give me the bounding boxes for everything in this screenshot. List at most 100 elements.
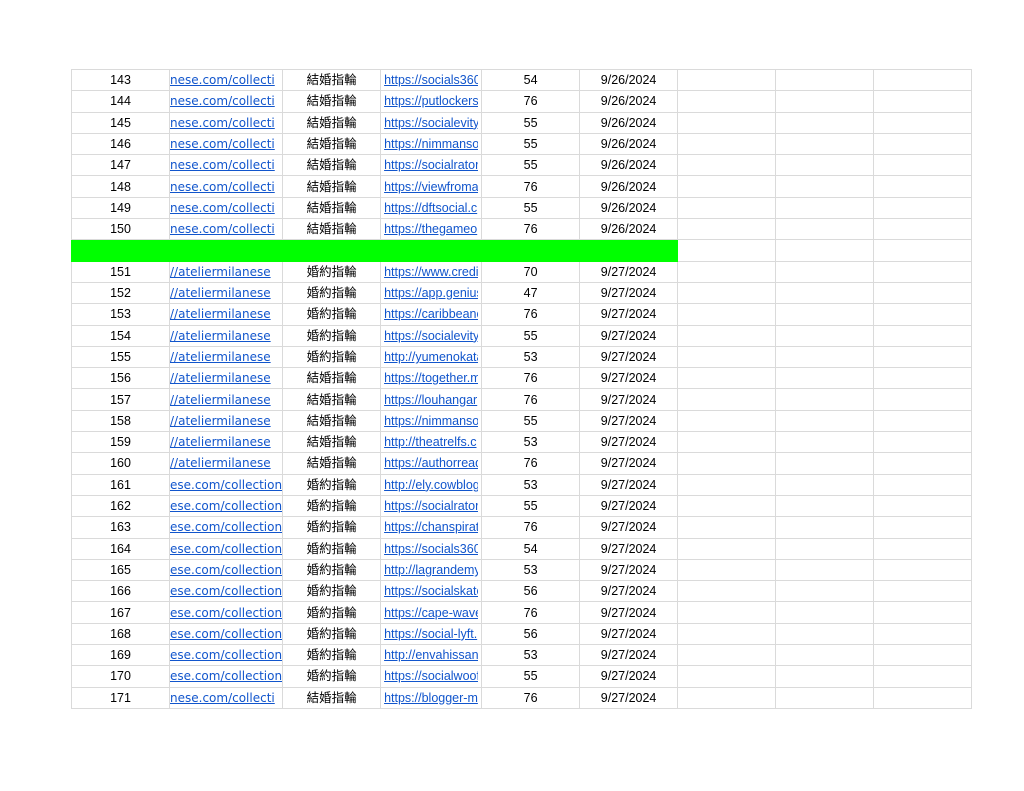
source-link[interactable]: //ateliermilanese (171, 433, 282, 452)
empty-cell[interactable] (677, 622, 777, 646)
domain-authority-cell[interactable]: 55 (481, 324, 581, 347)
keyword-cell[interactable]: 婚約指輪 (282, 644, 382, 667)
row-number-cell[interactable]: 160 (71, 452, 170, 475)
domain-authority-cell[interactable]: 76 (481, 367, 581, 390)
empty-cell[interactable] (677, 473, 777, 496)
source-link[interactable]: ese.com/collection (171, 475, 282, 494)
separator-cell[interactable] (481, 239, 581, 262)
backlink-url[interactable]: https://socialwoof (384, 667, 478, 686)
date-cell[interactable]: 9/27/2024 (579, 644, 679, 667)
empty-cell[interactable] (677, 90, 777, 113)
source-link-cell[interactable]: ese.com/collection (168, 558, 284, 582)
empty-cell[interactable] (873, 686, 973, 709)
source-link-cell[interactable]: ese.com/collection (168, 580, 284, 603)
date-cell[interactable]: 9/27/2024 (579, 452, 679, 475)
source-link-cell[interactable]: ese.com/collection (168, 516, 284, 539)
keyword-cell[interactable]: 婚約指輪 (282, 516, 382, 539)
keyword-cell[interactable]: 結婚指輪 (282, 154, 382, 177)
empty-cell[interactable] (873, 218, 973, 241)
date-cell[interactable]: 9/27/2024 (579, 665, 679, 688)
backlink-url-cell[interactable]: https://socials360 (380, 537, 483, 560)
keyword-cell[interactable]: 婚約指輪 (282, 537, 382, 560)
date-cell[interactable]: 9/27/2024 (579, 494, 679, 518)
keyword-cell[interactable]: 婚約指輪 (282, 260, 382, 283)
empty-cell[interactable] (677, 154, 777, 177)
separator-cell[interactable] (579, 239, 679, 262)
backlink-url-cell[interactable]: https://app.genius (380, 281, 483, 305)
empty-cell[interactable] (873, 345, 973, 369)
keyword-cell[interactable]: 結婚指輪 (282, 218, 382, 241)
backlink-url[interactable]: https://chanspirat (384, 518, 478, 537)
backlink-url[interactable]: https://www.credi (384, 262, 478, 281)
row-number-cell[interactable]: 151 (71, 260, 170, 283)
domain-authority-cell[interactable]: 76 (481, 218, 581, 241)
date-cell[interactable]: 9/26/2024 (579, 175, 679, 198)
keyword-cell[interactable]: 婚約指輪 (282, 558, 382, 582)
empty-cell[interactable] (677, 644, 777, 667)
row-number-cell[interactable]: 144 (71, 90, 170, 113)
empty-cell[interactable] (775, 516, 875, 539)
backlink-url-cell[interactable]: https://cape-wave (380, 601, 483, 624)
source-link[interactable]: nese.com/collecti (171, 198, 282, 217)
empty-cell[interactable] (677, 686, 777, 709)
source-link-cell[interactable]: //ateliermilanese (168, 409, 284, 433)
empty-cell[interactable] (677, 580, 777, 603)
empty-cell[interactable] (775, 367, 875, 390)
domain-authority-cell[interactable]: 55 (481, 409, 581, 433)
source-link-cell[interactable]: ese.com/collection (168, 665, 284, 688)
source-link-cell[interactable]: nese.com/collecti (168, 196, 284, 220)
separator-cell[interactable] (168, 239, 284, 262)
backlink-url[interactable]: http://theatrelfs.c (384, 433, 478, 452)
empty-cell[interactable] (775, 388, 875, 411)
backlink-url-cell[interactable]: https://socialwoof (380, 665, 483, 688)
domain-authority-cell[interactable]: 76 (481, 388, 581, 411)
empty-cell[interactable] (677, 409, 777, 433)
domain-authority-cell[interactable]: 53 (481, 473, 581, 496)
empty-cell[interactable] (677, 68, 777, 92)
empty-cell[interactable] (775, 90, 875, 113)
row-number-cell[interactable]: 146 (71, 132, 170, 156)
domain-authority-cell[interactable]: 76 (481, 90, 581, 113)
domain-authority-cell[interactable]: 55 (481, 111, 581, 134)
row-number-cell[interactable]: 165 (71, 558, 170, 582)
backlink-url[interactable]: https://caribbeanc (384, 305, 478, 324)
backlink-url[interactable]: https://cape-wave (384, 603, 478, 622)
source-link-cell[interactable]: nese.com/collecti (168, 175, 284, 198)
date-cell[interactable]: 9/27/2024 (579, 601, 679, 624)
source-link-cell[interactable]: ese.com/collection (168, 622, 284, 646)
date-cell[interactable]: 9/26/2024 (579, 196, 679, 220)
domain-authority-cell[interactable]: 53 (481, 345, 581, 369)
domain-authority-cell[interactable]: 70 (481, 260, 581, 283)
source-link-cell[interactable]: nese.com/collecti (168, 154, 284, 177)
date-cell[interactable]: 9/27/2024 (579, 516, 679, 539)
backlink-url[interactable]: https://nimmanso (384, 411, 478, 430)
source-link-cell[interactable]: //ateliermilanese (168, 452, 284, 475)
empty-cell[interactable] (677, 303, 777, 326)
backlink-url-cell[interactable]: https://socialrator (380, 154, 483, 177)
date-cell[interactable]: 9/27/2024 (579, 409, 679, 433)
backlink-url[interactable]: https://together.m (384, 369, 478, 388)
empty-cell[interactable] (873, 132, 973, 156)
domain-authority-cell[interactable]: 53 (481, 431, 581, 454)
source-link[interactable]: ese.com/collection (171, 539, 282, 558)
empty-cell[interactable] (873, 601, 973, 624)
empty-cell[interactable] (677, 494, 777, 518)
source-link[interactable]: //ateliermilanese (171, 305, 282, 324)
domain-authority-cell[interactable]: 56 (481, 580, 581, 603)
empty-cell[interactable] (775, 260, 875, 283)
domain-authority-cell[interactable]: 76 (481, 452, 581, 475)
backlink-url[interactable]: https://thegameo (384, 220, 478, 239)
source-link[interactable]: //ateliermilanese (171, 326, 282, 345)
source-link-cell[interactable]: //ateliermilanese (168, 281, 284, 305)
separator-cell[interactable] (775, 239, 875, 262)
domain-authority-cell[interactable]: 53 (481, 644, 581, 667)
empty-cell[interactable] (873, 494, 973, 518)
row-number-cell[interactable]: 145 (71, 111, 170, 134)
row-number-cell[interactable]: 157 (71, 388, 170, 411)
row-number-cell[interactable]: 156 (71, 367, 170, 390)
backlink-url-cell[interactable]: https://blogger-m (380, 686, 483, 709)
source-link[interactable]: //ateliermilanese (171, 454, 282, 473)
backlink-url[interactable]: https://dftsocial.c (384, 198, 478, 217)
backlink-url[interactable]: https://socialrator (384, 496, 478, 515)
date-cell[interactable]: 9/26/2024 (579, 90, 679, 113)
